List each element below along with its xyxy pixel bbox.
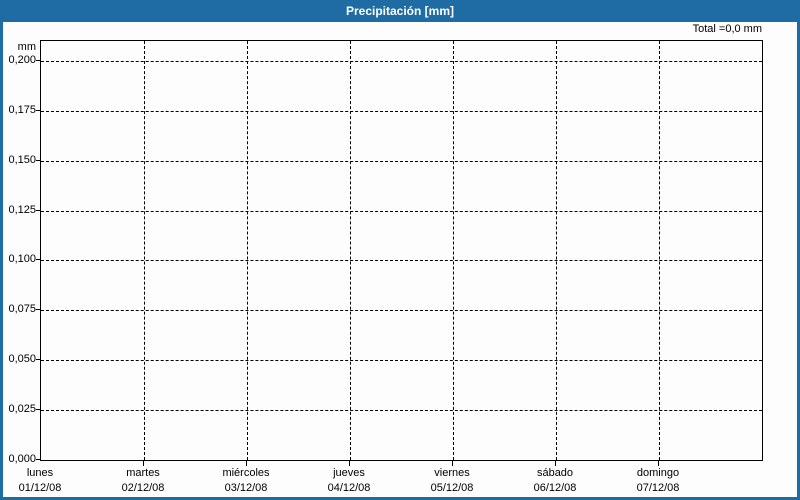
v-gridline (144, 41, 145, 460)
x-date-label: 07/12/08 (636, 482, 680, 494)
y-axis-unit-label: mm (17, 41, 36, 53)
h-gridline (41, 111, 762, 112)
h-gridline (41, 410, 762, 411)
x-day-label: domingo (636, 467, 680, 479)
x-day-label: jueves (333, 467, 365, 479)
y-tick-label: 0,175 (8, 104, 36, 116)
x-date-label: 03/12/08 (224, 482, 268, 494)
h-gridline (41, 310, 762, 311)
h-gridline (41, 211, 762, 212)
y-tick-label: 0,150 (8, 154, 36, 166)
x-date-label: 02/12/08 (121, 482, 165, 494)
y-tick-label: 0,025 (8, 403, 36, 415)
y-tick-label: 0,075 (8, 303, 36, 315)
y-tick-label: 0,200 (8, 54, 36, 66)
x-date-label: 01/12/08 (18, 482, 62, 494)
v-gridline (453, 41, 454, 460)
y-tick-mark (36, 309, 40, 310)
v-gridline (350, 41, 351, 460)
y-tick-label: 0,050 (8, 353, 36, 365)
y-tick-mark (36, 459, 40, 460)
x-day-label: sábado (536, 467, 574, 479)
x-day-label: viernes (434, 467, 470, 479)
x-day-label: miércoles (222, 467, 270, 479)
h-gridline (41, 61, 762, 62)
y-tick-mark (36, 210, 40, 211)
y-tick-mark (36, 259, 40, 260)
x-date-label: 06/12/08 (533, 482, 577, 494)
y-tick-label: 0,000 (8, 453, 36, 465)
v-gridline (247, 41, 248, 460)
y-tick-mark (36, 359, 40, 360)
y-tick-label: 0,125 (8, 204, 36, 216)
x-day-label: lunes (26, 467, 54, 479)
x-date-label: 04/12/08 (327, 482, 371, 494)
v-gridline (556, 41, 557, 460)
chart-window: Precipitación [mm] Total =0,0 mm mm 0,20… (0, 0, 800, 500)
window-border-left (0, 0, 3, 500)
y-tick-label: 0,100 (8, 253, 36, 265)
x-day-label: martes (126, 467, 160, 479)
v-gridline (659, 41, 660, 460)
y-tick-mark (36, 409, 40, 410)
title-bar: Precipitación [mm] (0, 0, 800, 22)
chart-title: Precipitación [mm] (345, 4, 455, 18)
total-annotation: Total =0,0 mm (692, 23, 762, 35)
h-gridline (41, 360, 762, 361)
plot-area (40, 40, 763, 461)
y-tick-mark (36, 160, 40, 161)
x-date-label: 05/12/08 (430, 482, 474, 494)
y-tick-mark (36, 110, 40, 111)
h-gridline (41, 260, 762, 261)
h-gridline (41, 161, 762, 162)
y-tick-mark (36, 60, 40, 61)
